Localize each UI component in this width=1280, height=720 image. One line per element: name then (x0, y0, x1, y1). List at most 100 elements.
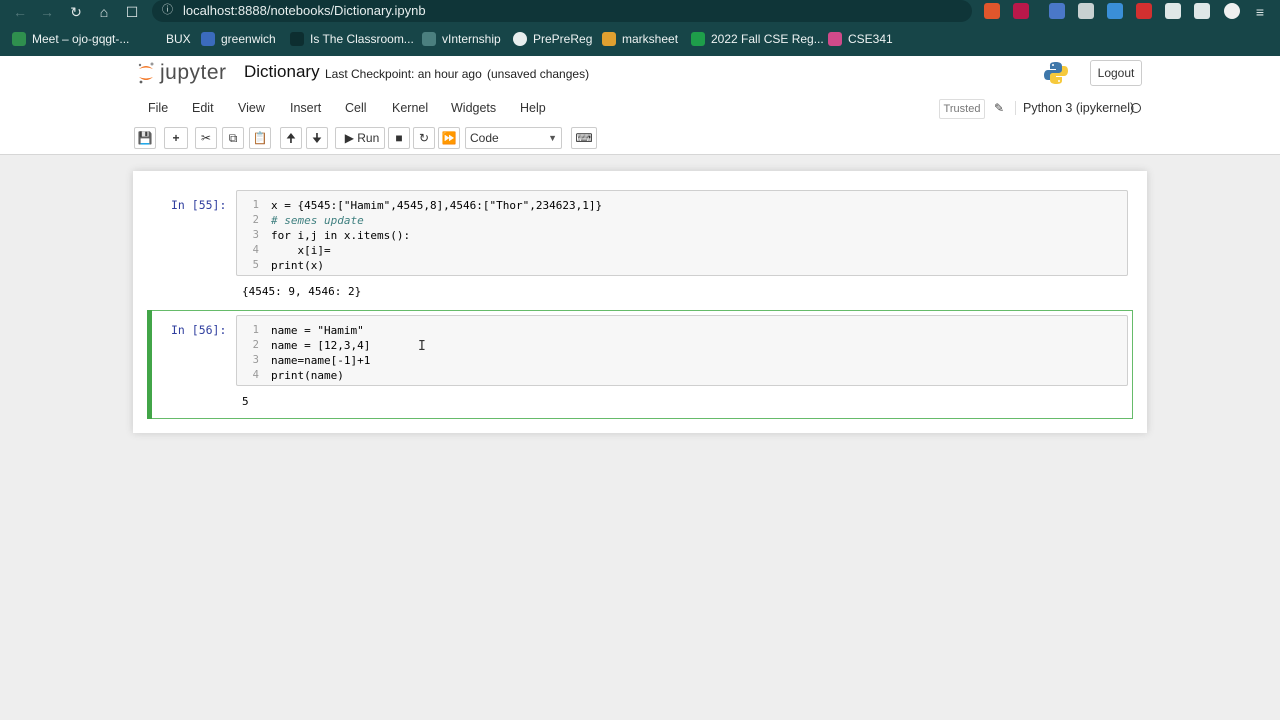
cell-output: {4545: 9, 4546: 2} (242, 285, 362, 298)
browser-toolbar: ← → ↻ ⌂ ☐ ⓘ localhost:8888/notebooks/Dic… (0, 0, 1280, 24)
run-label: Run (357, 131, 380, 145)
bookmark-item[interactable]: PrePreReg (513, 32, 592, 46)
globe-icon (513, 32, 527, 46)
code-line: # semes update (271, 214, 364, 227)
move-up-icon[interactable]: 🠉 (280, 127, 302, 149)
kernel-name[interactable]: Python 3 (ipykernel) (1015, 101, 1134, 115)
forward-icon[interactable]: → (37, 2, 57, 22)
pencil-icon[interactable]: ✎ (994, 101, 1004, 115)
url-text[interactable]: localhost:8888/notebooks/Dictionary.ipyn… (183, 3, 426, 18)
chevron-down-icon: ▼ (548, 133, 557, 143)
sheets-icon (691, 32, 705, 46)
classroom-icon (290, 32, 304, 46)
code-line: print(x) (271, 259, 324, 272)
menu-view[interactable]: View (238, 101, 265, 115)
cell-type-value: Code (470, 131, 499, 145)
code-cell[interactable]: In [55]: 1 2 3 4 5 x = {4545:["Hamim",45… (133, 171, 1147, 301)
notebook-title[interactable]: Dictionary (244, 62, 320, 82)
jupyter-wordmark: jupyter (160, 61, 227, 84)
input-prompt: In [56]: (171, 323, 227, 337)
notebook-toolbar: 💾 + ✂ ⧉ 📋 🠉 🠋 ▶ Run ■ ↻ ⏩ Code ▼ ⌨ (134, 127, 1146, 151)
header-divider (0, 154, 1280, 155)
bookmark-item[interactable]: 2022 Fall CSE Reg... (691, 32, 824, 46)
keyboard-icon[interactable]: ⌨ (571, 127, 597, 149)
kernel-idle-icon (1131, 103, 1141, 113)
line-number: 3 (252, 354, 259, 366)
bookmarks-bar: Meet – ojo-gqgt-... BUX greenwich Is The… (0, 28, 1280, 52)
restart-icon[interactable]: ↻ (413, 127, 435, 149)
code-line: for i,j in x.items(): (271, 229, 411, 242)
jupyter-logo[interactable]: jupyter (136, 60, 227, 86)
checkpoint-status: Last Checkpoint: an hour ago (325, 67, 482, 81)
profile-icon[interactable] (1224, 3, 1240, 19)
marksheet-icon (602, 32, 616, 46)
run-button[interactable]: ▶ Run (335, 127, 385, 149)
bookmark-item[interactable]: Meet – ojo-gqgt-... (12, 32, 129, 46)
browser-chrome: ← → ↻ ⌂ ☐ ⓘ localhost:8888/notebooks/Dic… (0, 0, 1280, 56)
autosave-status: (unsaved changes) (487, 67, 590, 81)
code-editor[interactable]: 1 2 3 4 name = "Hamim" name = [12,3,4] n… (236, 315, 1128, 386)
code-line: name = "Hamim" (271, 324, 364, 337)
code-line: x[i]= (271, 244, 331, 257)
bookmark-item[interactable]: marksheet (602, 32, 678, 46)
save-icon[interactable]: 💾 (134, 127, 156, 149)
bookmark-item[interactable]: greenwich (201, 32, 276, 46)
menu-icon[interactable]: ≡ (1250, 2, 1270, 22)
line-number: 2 (252, 339, 259, 351)
bookmark-icon[interactable]: ☐ (122, 2, 142, 22)
line-number: 5 (252, 259, 259, 271)
meet-icon (12, 32, 26, 46)
menu-kernel[interactable]: Kernel (392, 101, 428, 115)
line-number: 3 (252, 229, 259, 241)
jupyter-logo-icon (138, 62, 154, 84)
bookmark-item[interactable]: BUX (146, 32, 191, 46)
extension-icon[interactable] (1078, 3, 1094, 19)
menu-edit[interactable]: Edit (192, 101, 214, 115)
paste-icon[interactable]: 📋 (249, 127, 271, 149)
line-number: 2 (252, 214, 259, 226)
insert-cell-icon[interactable]: + (164, 127, 188, 149)
menu-insert[interactable]: Insert (290, 101, 321, 115)
line-number: 1 (252, 324, 259, 336)
menu-widgets[interactable]: Widgets (451, 101, 496, 115)
slack-icon (828, 32, 842, 46)
cell-output: 5 (242, 395, 249, 408)
reload-icon[interactable]: ↻ (66, 2, 86, 22)
home-icon[interactable]: ⌂ (94, 2, 114, 22)
line-number: 1 (252, 199, 259, 211)
bookmark-item[interactable]: Is The Classroom... (290, 32, 414, 46)
wallet-icon[interactable] (1194, 3, 1210, 19)
translate-extension-icon[interactable] (1049, 3, 1065, 19)
info-icon[interactable]: ⓘ (162, 3, 176, 17)
bookmark-item[interactable]: vInternship (422, 32, 501, 46)
menu-cell[interactable]: Cell (345, 101, 367, 115)
menu-help[interactable]: Help (520, 101, 546, 115)
code-line: name = [12,3,4] (271, 339, 371, 352)
trusted-indicator[interactable]: Trusted (939, 99, 985, 119)
screen-recorder-icon[interactable] (1107, 3, 1123, 19)
line-number: 4 (252, 244, 259, 256)
brave-shield-icon[interactable] (984, 3, 1000, 19)
greenwich-icon (201, 32, 215, 46)
back-icon[interactable]: ← (10, 2, 30, 22)
code-line: print(name) (271, 369, 344, 382)
cut-icon[interactable]: ✂ (195, 127, 217, 149)
brave-rewards-icon[interactable] (1013, 3, 1029, 19)
input-prompt: In [55]: (171, 198, 227, 212)
notebook-container: In [55]: 1 2 3 4 5 x = {4545:["Hamim",45… (133, 171, 1147, 433)
copy-icon[interactable]: ⧉ (222, 127, 244, 149)
line-number: 4 (252, 369, 259, 381)
python-logo-icon (1044, 62, 1068, 84)
logout-button[interactable]: Logout (1090, 60, 1142, 86)
move-down-icon[interactable]: 🠋 (306, 127, 328, 149)
code-editor[interactable]: 1 2 3 4 5 x = {4545:["Hamim",4545,8],454… (236, 190, 1128, 276)
cell-type-select[interactable]: Code ▼ (465, 127, 562, 149)
interrupt-icon[interactable]: ■ (388, 127, 410, 149)
restart-run-all-icon[interactable]: ⏩ (438, 127, 460, 149)
bookmark-item[interactable]: CSE341 (828, 32, 893, 46)
menu-file[interactable]: File (148, 101, 168, 115)
code-cell[interactable]: In [56]: 1 2 3 4 name = "Hamim" name = [… (133, 310, 1147, 419)
puzzle-icon[interactable] (1165, 3, 1181, 19)
text-cursor-icon: I (418, 339, 426, 354)
extension-red-icon[interactable] (1136, 3, 1152, 19)
